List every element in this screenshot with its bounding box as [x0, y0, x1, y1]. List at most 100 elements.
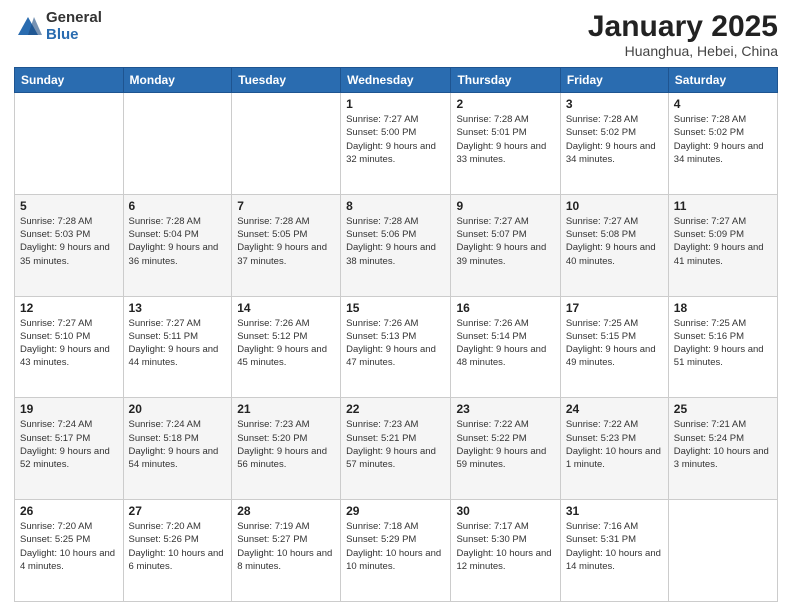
calendar-cell: 5 Sunrise: 7:28 AMSunset: 5:03 PMDaylight… — [15, 194, 124, 296]
calendar-cell: 13Sunrise: 7:27 AMSunset: 5:11 PMDayligh… — [123, 296, 232, 398]
day-number: 2 — [456, 97, 554, 111]
day-number: 20 — [129, 402, 227, 416]
day-number: 19 — [20, 402, 118, 416]
logo-text: General Blue — [46, 10, 102, 43]
day-info: Sunrise: 7:28 AMSunset: 5:02 PMDaylight:… — [674, 113, 772, 166]
day-info: Sunrise: 7:22 AMSunset: 5:23 PMDaylight:… — [566, 418, 663, 471]
day-info: Sunrise: 7:28 AMSunset: 5:03 PMDaylight:… — [20, 215, 118, 268]
calendar-cell: 21Sunrise: 7:23 AMSunset: 5:20 PMDayligh… — [232, 398, 341, 500]
day-info: Sunrise: 7:27 AMSunset: 5:07 PMDaylight:… — [456, 215, 554, 268]
day-number: 14 — [237, 301, 335, 315]
day-number: 27 — [129, 504, 227, 518]
calendar-cell: 11Sunrise: 7:27 AMSunset: 5:09 PMDayligh… — [668, 194, 777, 296]
calendar-cell: 12Sunrise: 7:27 AMSunset: 5:10 PMDayligh… — [15, 296, 124, 398]
day-number: 31 — [566, 504, 663, 518]
day-number: 26 — [20, 504, 118, 518]
calendar-cell: 9 Sunrise: 7:27 AMSunset: 5:07 PMDaylight… — [451, 194, 560, 296]
day-info: Sunrise: 7:16 AMSunset: 5:31 PMDaylight:… — [566, 520, 663, 573]
day-info: Sunrise: 7:20 AMSunset: 5:25 PMDaylight:… — [20, 520, 118, 573]
weekday-header-row: SundayMondayTuesdayWednesdayThursdayFrid… — [15, 68, 778, 93]
day-info: Sunrise: 7:22 AMSunset: 5:22 PMDaylight:… — [456, 418, 554, 471]
calendar-cell: 25Sunrise: 7:21 AMSunset: 5:24 PMDayligh… — [668, 398, 777, 500]
weekday-header: Saturday — [668, 68, 777, 93]
calendar-cell: 6Sunrise: 7:28 AMSunset: 5:04 PMDaylight… — [123, 194, 232, 296]
calendar-cell: 7 Sunrise: 7:28 AMSunset: 5:05 PMDaylight… — [232, 194, 341, 296]
weekday-header: Tuesday — [232, 68, 341, 93]
weekday-header: Sunday — [15, 68, 124, 93]
day-number: 13 — [129, 301, 227, 315]
day-info: Sunrise: 7:18 AMSunset: 5:29 PMDaylight:… — [346, 520, 445, 573]
calendar-cell: 24 Sunrise: 7:22 AMSunset: 5:23 PMDayligh… — [560, 398, 668, 500]
day-number: 5 — [20, 199, 118, 213]
calendar-body: 1 Sunrise: 7:27 AMSunset: 5:00 PMDaylight… — [15, 93, 778, 602]
day-info: Sunrise: 7:26 AMSunset: 5:13 PMDaylight:… — [346, 317, 445, 370]
day-number: 7 — [237, 199, 335, 213]
calendar-cell: 2 Sunrise: 7:28 AMSunset: 5:01 PMDaylight… — [451, 93, 560, 195]
calendar-header: SundayMondayTuesdayWednesdayThursdayFrid… — [15, 68, 778, 93]
day-info: Sunrise: 7:27 AMSunset: 5:00 PMDaylight:… — [346, 113, 445, 166]
calendar-cell: 16 Sunrise: 7:26 AMSunset: 5:14 PMDayligh… — [451, 296, 560, 398]
day-info: Sunrise: 7:25 AMSunset: 5:16 PMDaylight:… — [674, 317, 772, 370]
day-number: 15 — [346, 301, 445, 315]
calendar-subtitle: Huanghua, Hebei, China — [588, 43, 778, 59]
day-info: Sunrise: 7:20 AMSunset: 5:26 PMDaylight:… — [129, 520, 227, 573]
day-info: Sunrise: 7:17 AMSunset: 5:30 PMDaylight:… — [456, 520, 554, 573]
calendar-cell: 29 Sunrise: 7:18 AMSunset: 5:29 PMDayligh… — [341, 500, 451, 602]
day-info: Sunrise: 7:25 AMSunset: 5:15 PMDaylight:… — [566, 317, 663, 370]
day-number: 23 — [456, 402, 554, 416]
calendar-cell: 8Sunrise: 7:28 AMSunset: 5:06 PMDaylight… — [341, 194, 451, 296]
day-info: Sunrise: 7:23 AMSunset: 5:20 PMDaylight:… — [237, 418, 335, 471]
day-info: Sunrise: 7:28 AMSunset: 5:01 PMDaylight:… — [456, 113, 554, 166]
calendar-cell: 31 Sunrise: 7:16 AMSunset: 5:31 PMDayligh… — [560, 500, 668, 602]
calendar-cell: 1 Sunrise: 7:27 AMSunset: 5:00 PMDaylight… — [341, 93, 451, 195]
calendar-cell — [668, 500, 777, 602]
calendar-cell: 10Sunrise: 7:27 AMSunset: 5:08 PMDayligh… — [560, 194, 668, 296]
day-number: 28 — [237, 504, 335, 518]
calendar-cell — [15, 93, 124, 195]
day-number: 8 — [346, 199, 445, 213]
day-number: 9 — [456, 199, 554, 213]
day-info: Sunrise: 7:27 AMSunset: 5:08 PMDaylight:… — [566, 215, 663, 268]
day-info: Sunrise: 7:28 AMSunset: 5:04 PMDaylight:… — [129, 215, 227, 268]
logo-general: General — [46, 10, 102, 27]
logo: General Blue — [14, 10, 102, 43]
day-number: 30 — [456, 504, 554, 518]
day-info: Sunrise: 7:24 AMSunset: 5:17 PMDaylight:… — [20, 418, 118, 471]
weekday-header: Wednesday — [341, 68, 451, 93]
calendar-cell — [232, 93, 341, 195]
day-number: 25 — [674, 402, 772, 416]
day-number: 22 — [346, 402, 445, 416]
day-number: 16 — [456, 301, 554, 315]
calendar-cell: 30 Sunrise: 7:17 AMSunset: 5:30 PMDayligh… — [451, 500, 560, 602]
calendar-week-row: 26 Sunrise: 7:20 AMSunset: 5:25 PMDayligh… — [15, 500, 778, 602]
day-number: 3 — [566, 97, 663, 111]
day-number: 4 — [674, 97, 772, 111]
day-info: Sunrise: 7:27 AMSunset: 5:10 PMDaylight:… — [20, 317, 118, 370]
title-block: January 2025 Huanghua, Hebei, China — [588, 10, 778, 59]
weekday-header: Thursday — [451, 68, 560, 93]
calendar-week-row: 12Sunrise: 7:27 AMSunset: 5:10 PMDayligh… — [15, 296, 778, 398]
logo-blue: Blue — [46, 27, 102, 44]
calendar-week-row: 19 Sunrise: 7:24 AMSunset: 5:17 PMDayligh… — [15, 398, 778, 500]
weekday-header: Friday — [560, 68, 668, 93]
day-info: Sunrise: 7:28 AMSunset: 5:02 PMDaylight:… — [566, 113, 663, 166]
calendar-week-row: 1 Sunrise: 7:27 AMSunset: 5:00 PMDaylight… — [15, 93, 778, 195]
logo-icon — [14, 13, 42, 41]
day-info: Sunrise: 7:26 AMSunset: 5:14 PMDaylight:… — [456, 317, 554, 370]
header: General Blue January 2025 Huanghua, Hebe… — [14, 10, 778, 59]
day-info: Sunrise: 7:24 AMSunset: 5:18 PMDaylight:… — [129, 418, 227, 471]
day-number: 1 — [346, 97, 445, 111]
day-info: Sunrise: 7:28 AMSunset: 5:05 PMDaylight:… — [237, 215, 335, 268]
day-number: 24 — [566, 402, 663, 416]
day-number: 29 — [346, 504, 445, 518]
day-info: Sunrise: 7:27 AMSunset: 5:09 PMDaylight:… — [674, 215, 772, 268]
calendar-cell: 4 Sunrise: 7:28 AMSunset: 5:02 PMDaylight… — [668, 93, 777, 195]
calendar-cell — [123, 93, 232, 195]
calendar-cell: 15 Sunrise: 7:26 AMSunset: 5:13 PMDayligh… — [341, 296, 451, 398]
calendar-cell: 18Sunrise: 7:25 AMSunset: 5:16 PMDayligh… — [668, 296, 777, 398]
day-info: Sunrise: 7:19 AMSunset: 5:27 PMDaylight:… — [237, 520, 335, 573]
weekday-header: Monday — [123, 68, 232, 93]
calendar-cell: 17Sunrise: 7:25 AMSunset: 5:15 PMDayligh… — [560, 296, 668, 398]
day-info: Sunrise: 7:23 AMSunset: 5:21 PMDaylight:… — [346, 418, 445, 471]
day-info: Sunrise: 7:26 AMSunset: 5:12 PMDaylight:… — [237, 317, 335, 370]
